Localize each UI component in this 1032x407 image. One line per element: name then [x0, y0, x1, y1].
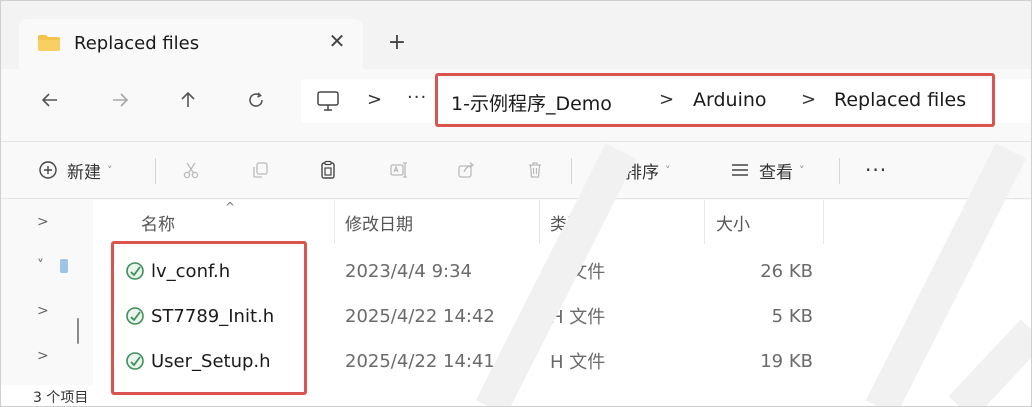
header-file-icon — [126, 307, 144, 325]
computer-icon — [317, 91, 339, 111]
address-row: > ··· 1-示例程序_Demo > Arduino > Replaced f… — [1, 69, 1031, 133]
sort-icon — [595, 159, 617, 181]
cut-button[interactable] — [180, 154, 202, 186]
file-name-cell: ST7789_Init.h — [125, 294, 274, 338]
breadcrumb-demo[interactable]: 1-示例程序_Demo — [451, 89, 612, 116]
refresh-button[interactable] — [239, 83, 273, 117]
column-header-name[interactable]: 名称 — [141, 200, 175, 244]
tab-replaced-files[interactable]: Replaced files ✕ — [19, 19, 363, 69]
file-type: H 文件 — [550, 352, 606, 373]
refresh-icon — [249, 92, 263, 107]
chevron-down-icon: ˅ — [107, 163, 113, 177]
back-button[interactable] — [33, 83, 67, 117]
plus-circle-icon — [37, 159, 59, 181]
file-type: H 文件 — [550, 307, 606, 328]
column-separator[interactable] — [334, 200, 335, 244]
view-list-icon — [729, 159, 751, 181]
file-name-cell: User_Setup.h — [125, 339, 271, 383]
file-type: H 文件 — [550, 262, 606, 283]
table-row[interactable]: ST7789_Init.h 2025/4/22 14:42 H 文件 5 KB — [1, 294, 1031, 338]
column-header-date[interactable]: 修改日期 — [345, 200, 413, 244]
trash-icon — [524, 159, 546, 181]
file-date: 2025/4/22 14:41 — [345, 350, 495, 372]
column-separator[interactable] — [823, 200, 824, 244]
up-button[interactable] — [171, 83, 205, 117]
table-row[interactable]: lv_conf.h 2023/4/4 9:34 H 文件 26 KB — [1, 249, 1031, 293]
column-header-type[interactable]: 类型 — [550, 200, 584, 244]
file-name: lv_conf.h — [151, 260, 231, 282]
content-area: > ˅ > > ^ 名称 修改日期 类型 大小 lv_conf.h 2023/4… — [1, 200, 1031, 406]
sort-label: 排序 — [625, 162, 659, 183]
column-separator[interactable] — [539, 200, 540, 244]
breadcrumb-arduino[interactable]: Arduino — [693, 89, 767, 111]
share-button[interactable] — [455, 154, 477, 186]
header-file-icon — [126, 352, 144, 370]
folder-icon — [38, 35, 60, 51]
breadcrumb-separator: > — [801, 89, 817, 110]
breadcrumb-more[interactable]: ··· — [407, 87, 427, 108]
tab-bar: Replaced files ✕ + — [1, 1, 1031, 77]
arrow-left-icon — [41, 93, 57, 107]
copy-button[interactable] — [249, 154, 271, 186]
chevron-down-icon: ˅ — [799, 163, 805, 177]
paste-button[interactable] — [317, 154, 339, 186]
close-icon[interactable]: ✕ — [323, 27, 351, 55]
chevron-down-icon: ˅ — [665, 163, 671, 177]
status-bar-item-count: 3 个项目 — [33, 390, 89, 406]
breadcrumb-separator: > — [367, 89, 383, 110]
toolbar-divider — [571, 158, 572, 184]
breadcrumb-replaced-files[interactable]: Replaced files — [834, 89, 966, 111]
share-icon — [455, 159, 477, 181]
rename-icon — [387, 159, 409, 181]
file-size: 5 KB — [771, 305, 813, 327]
view-button[interactable]: 查看 ˅ — [729, 154, 805, 186]
arrow-right-icon — [113, 93, 129, 107]
copy-icon — [249, 159, 271, 181]
more-options-button[interactable]: ··· — [865, 154, 887, 186]
address-bar[interactable]: > ··· 1-示例程序_Demo > Arduino > Replaced f… — [301, 79, 1031, 123]
file-name-cell: lv_conf.h — [125, 249, 230, 293]
header-file-icon — [126, 262, 144, 280]
file-explorer-window: Replaced files ✕ + > ··· 1-示例程序_Demo > A… — [0, 0, 1032, 407]
new-tab-icon[interactable]: + — [383, 28, 411, 56]
file-size: 19 KB — [760, 350, 813, 372]
new-button[interactable]: 新建 ˅ — [37, 154, 113, 186]
delete-button[interactable] — [524, 154, 546, 186]
file-name: ST7789_Init.h — [151, 305, 275, 327]
sort-button[interactable]: 排序 ˅ — [595, 154, 671, 186]
toolbar-divider — [839, 158, 840, 184]
file-size: 26 KB — [760, 260, 813, 282]
arrow-up-icon — [181, 91, 195, 107]
sort-caret-icon: ^ — [225, 200, 236, 214]
clipboard-icon — [317, 159, 339, 181]
command-bar: 新建 ˅ 排序 ˅ 查看 ˅ ··· — [1, 141, 1031, 199]
scissors-icon — [180, 159, 202, 181]
file-date: 2023/4/4 9:34 — [345, 260, 472, 282]
file-date: 2025/4/22 14:42 — [345, 305, 495, 327]
tab-title: Replaced files — [74, 33, 200, 54]
table-row[interactable]: User_Setup.h 2025/4/22 14:41 H 文件 19 KB — [1, 339, 1031, 383]
file-name: User_Setup.h — [151, 350, 271, 372]
rename-button[interactable] — [387, 154, 409, 186]
column-separator[interactable] — [704, 200, 705, 244]
chevron-right-icon[interactable]: > — [37, 214, 49, 230]
forward-button[interactable] — [103, 83, 137, 117]
view-label: 查看 — [759, 162, 793, 183]
breadcrumb-separator: > — [659, 89, 675, 110]
new-label: 新建 — [67, 162, 101, 183]
column-header-size[interactable]: 大小 — [716, 200, 750, 244]
toolbar-divider — [155, 158, 156, 184]
